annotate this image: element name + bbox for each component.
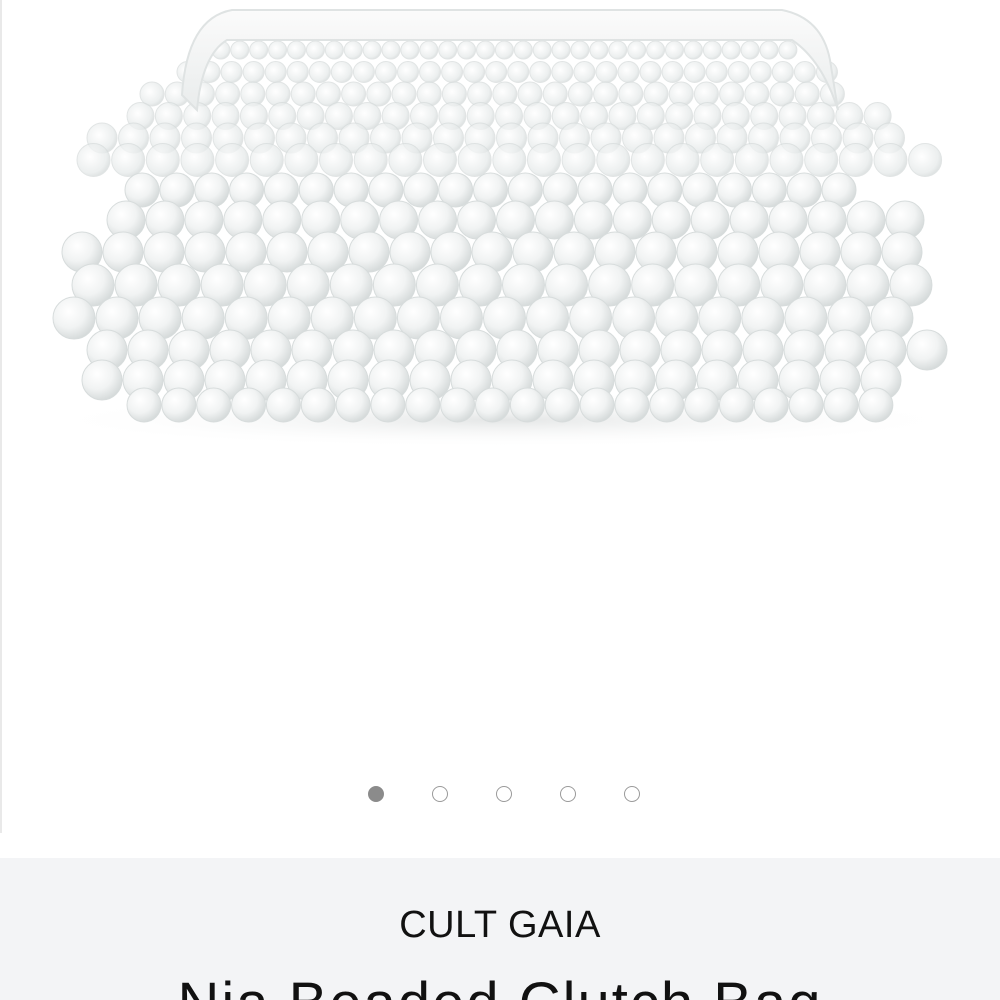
carousel-dot-5[interactable] [624,786,640,802]
product-info-panel: CULT GAIA Nia Beaded Clutch Bag [0,858,1000,1000]
brand-name[interactable]: CULT GAIA [0,904,1000,947]
product-title: Nia Beaded Clutch Bag [0,970,1000,1000]
carousel-dots [2,786,1000,808]
carousel-dot-4[interactable] [560,786,576,802]
product-image[interactable] [0,0,1000,833]
beaded-clutch-illustration [32,9,972,448]
carousel-dot-1[interactable] [368,786,384,802]
carousel-dot-3[interactable] [496,786,512,802]
carousel-dot-2[interactable] [432,786,448,802]
